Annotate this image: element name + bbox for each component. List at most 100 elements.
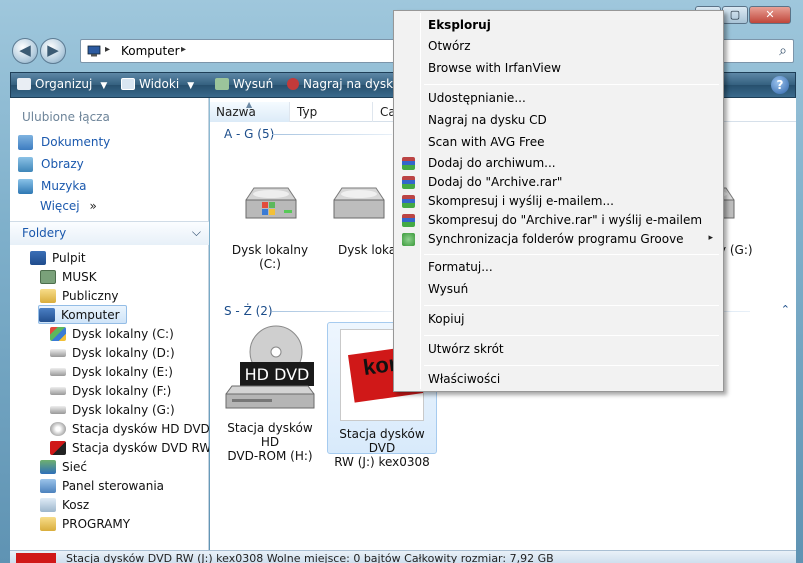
menu-item-add-archive-rar[interactable]: Dodaj do "Archive.rar" — [428, 175, 562, 189]
views-label: Widoki — [139, 77, 180, 91]
group-header-s-z[interactable]: S - Ż (2) — [224, 304, 273, 318]
tree-label: Dysk lokalny (G:) — [72, 402, 175, 417]
desktop-icon — [30, 250, 46, 265]
tree-item-programs[interactable]: PROGRAMY — [40, 514, 130, 533]
winrar-icon — [402, 157, 415, 170]
menu-item-compress-email[interactable]: Skompresuj i wyślij e-mailem... — [428, 194, 614, 208]
drive-label-line2: DVD-ROM (H:) — [227, 449, 313, 463]
tree-item-hddvd[interactable]: Stacja dysków HD DVD-R( — [50, 419, 209, 438]
favorite-label: Obrazy — [41, 157, 84, 171]
winrar-icon — [402, 195, 415, 208]
windows-drive-icon — [50, 326, 66, 341]
more-label: Więcej — [40, 199, 80, 213]
menu-item-avg-scan[interactable]: Scan with AVG Free — [428, 135, 545, 149]
menu-separator — [424, 84, 719, 85]
menu-icon-gutter — [420, 13, 421, 389]
tree-label: Kosz — [62, 497, 90, 512]
group-header-a-g[interactable]: A - G (5) — [224, 127, 274, 141]
tree-item-drive-d[interactable]: Dysk lokalny (D:) — [50, 343, 175, 362]
help-button[interactable]: ? — [771, 76, 789, 94]
tree-item-drive-e[interactable]: Dysk lokalny (E:) — [50, 362, 173, 381]
folders-title: Foldery — [22, 226, 67, 240]
favorite-pictures[interactable]: Obrazy — [18, 155, 84, 173]
menu-item-burn-cd[interactable]: Nagraj na dysku CD — [428, 113, 547, 127]
menu-item-add-archive[interactable]: Dodaj do archiwum... — [428, 156, 556, 170]
chevron-down-icon: ▼ — [187, 81, 195, 91]
organize-label: Organizuj — [35, 77, 93, 91]
favorite-music[interactable]: Muzyka — [18, 177, 86, 195]
computer-icon — [39, 307, 55, 322]
context-menu: Eksploruj Otwórz Browse with IrfanView U… — [393, 10, 724, 392]
tree-item-dvdrw[interactable]: Stacja dysków DVD RW (J: — [50, 438, 209, 457]
favorite-label: Muzyka — [41, 179, 87, 193]
views-button[interactable]: Widoki ▼ — [121, 77, 194, 91]
column-name[interactable]: ▲ Nazwa — [210, 100, 290, 122]
favorites-title: Ulubione łącza — [22, 110, 110, 124]
tree-item-control-panel[interactable]: Panel sterowania — [40, 476, 164, 495]
drive-label-line1: Stacja dysków HD — [227, 421, 313, 449]
menu-item-create-shortcut[interactable]: Utwórz skrót — [428, 342, 504, 356]
breadcrumb-komputer[interactable]: Komputer — [121, 44, 180, 58]
tree-label: Dysk lokalny (F:) — [72, 383, 172, 398]
tree-item-desktop[interactable]: Pulpit — [30, 248, 86, 267]
burn-disc-icon — [287, 78, 299, 90]
chevron-down-icon: ▼ — [100, 81, 108, 91]
menu-item-compress-rar-email[interactable]: Skompresuj do "Archive.rar" i wyślij e-m… — [428, 213, 702, 227]
tree-item-computer[interactable]: Komputer — [38, 305, 127, 324]
tree-item-user[interactable]: MUSK — [40, 267, 97, 286]
hard-drive-icon — [50, 405, 66, 414]
windows-drive-icon — [245, 187, 297, 219]
more-link[interactable]: Więcej » — [40, 199, 97, 213]
folders-header[interactable]: Foldery ⌵ — [10, 221, 209, 245]
column-type[interactable]: Typ — [291, 102, 373, 122]
menu-item-copy[interactable]: Kopiuj — [428, 312, 465, 326]
tree-label: Dysk lokalny (C:) — [72, 326, 174, 341]
submenu-arrow-icon: ▸ — [708, 233, 713, 243]
status-thumbnail — [16, 553, 56, 563]
tree-item-drive-c[interactable]: Dysk lokalny (C:) — [50, 324, 174, 343]
disc-drive-icon — [50, 421, 66, 436]
sort-up-icon: ▲ — [246, 100, 253, 109]
arrow-left-icon: ◀ — [19, 41, 31, 59]
drive-item-c[interactable]: Dysk lokalny (C:) — [220, 178, 320, 271]
recycle-bin-icon — [40, 497, 56, 512]
folder-icon — [40, 288, 56, 303]
tree-item-recycle-bin[interactable]: Kosz — [40, 495, 89, 514]
maximize-button[interactable]: ▢ — [722, 6, 748, 24]
back-button[interactable]: ◀ — [12, 38, 38, 64]
double-chevron-icon: » — [89, 199, 97, 213]
menu-item-sharing[interactable]: Udostępnianie... — [428, 91, 526, 105]
search-icon[interactable]: ⌕ — [779, 43, 787, 59]
menu-item-format[interactable]: Formatuj... — [428, 260, 493, 274]
tree-item-drive-g[interactable]: Dysk lokalny (G:) — [50, 400, 175, 419]
favorite-documents[interactable]: Dokumenty — [18, 133, 110, 151]
menu-item-irfanview[interactable]: Browse with IrfanView — [428, 61, 561, 75]
computer-icon — [87, 45, 101, 57]
menu-item-properties[interactable]: Właściwości — [428, 372, 500, 386]
tree-label: Sieć — [62, 459, 87, 474]
burn-button[interactable]: Nagraj na dysku — [287, 77, 400, 91]
menu-item-groove-sync[interactable]: Synchronizacja folderów programu Groove — [428, 232, 684, 246]
tree-item-public[interactable]: Publiczny — [40, 286, 119, 305]
organize-button[interactable]: Organizuj ▼ — [17, 77, 107, 91]
views-icon — [121, 78, 135, 90]
menu-item-eject[interactable]: Wysuń — [428, 282, 468, 296]
drive-item-hddvd[interactable]: HD DVD Stacja dysków HD DVD-ROM (H:) — [218, 324, 322, 463]
chevron-up-icon[interactable]: ⌃ — [781, 303, 790, 316]
eject-button[interactable]: Wysuń — [215, 77, 273, 91]
forward-button[interactable]: ▶ — [40, 38, 66, 64]
groove-sync-icon — [402, 233, 415, 246]
breadcrumb-separator[interactable]: ▸ — [105, 44, 110, 55]
documents-icon — [18, 134, 33, 150]
tree-item-drive-f[interactable]: Dysk lokalny (F:) — [50, 381, 171, 400]
chevron-down-icon: ⌵ — [191, 225, 201, 239]
menu-item-explore[interactable]: Eksploruj — [428, 18, 491, 32]
breadcrumb-separator[interactable]: ▸ — [181, 44, 186, 55]
tree-label: Dysk lokalny (E:) — [72, 364, 173, 379]
menu-item-open[interactable]: Otwórz — [428, 39, 471, 53]
drive-label-line1: Stacja dysków DVD — [339, 427, 425, 455]
hard-drive-icon — [50, 348, 66, 357]
tree-item-network[interactable]: Sieć — [40, 457, 87, 476]
favorite-label: Dokumenty — [41, 135, 111, 149]
close-button[interactable]: ✕ — [749, 6, 791, 24]
